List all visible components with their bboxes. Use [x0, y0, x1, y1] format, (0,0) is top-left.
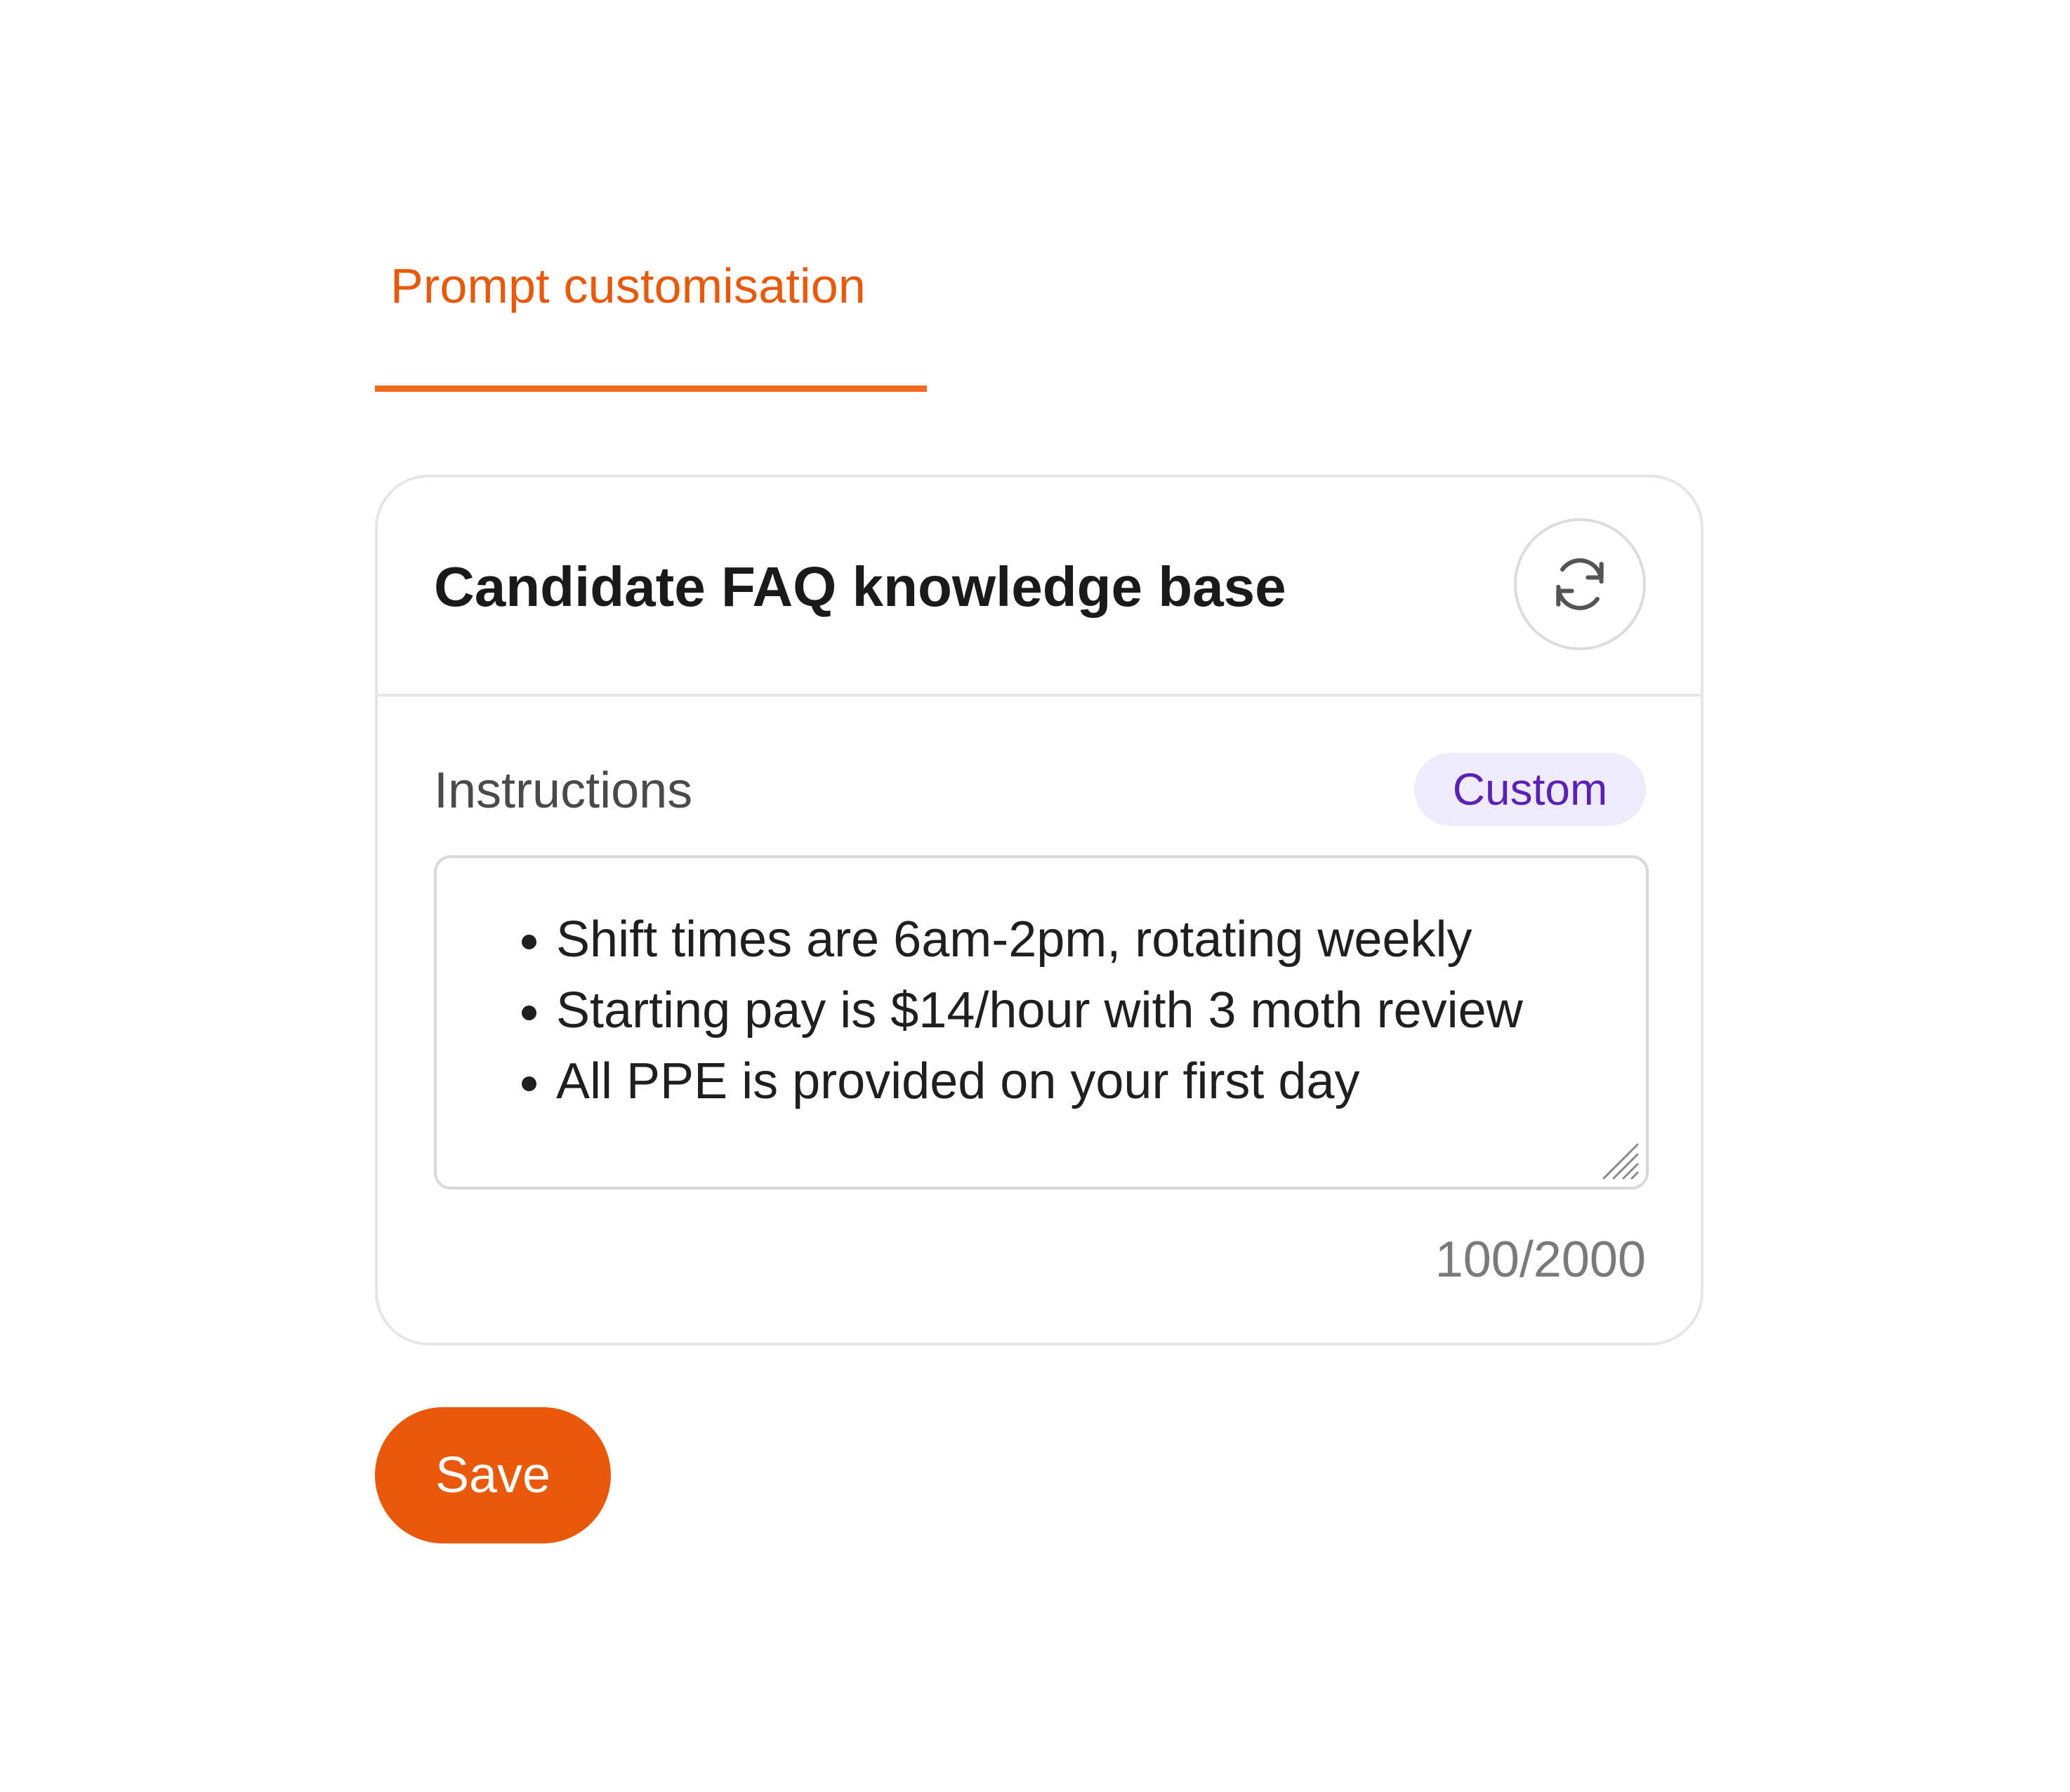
instruction-item: Starting pay is $14/hour with 3 moth rev… — [556, 975, 1523, 1046]
instruction-item: All PPE is provided on your first day — [556, 1046, 1523, 1117]
refresh-button[interactable] — [1514, 518, 1646, 650]
instructions-list: Shift times are 6am-2pm, rotating weekly… — [437, 904, 1523, 1117]
active-tab-indicator — [375, 386, 927, 392]
resize-handle-icon[interactable] — [1600, 1140, 1642, 1182]
knowledge-base-card: Candidate FAQ knowledge base Instruction… — [375, 475, 1703, 1345]
instruction-item: Shift times are 6am-2pm, rotating weekly — [556, 904, 1523, 975]
tab-prompt-customisation[interactable]: Prompt customisation — [375, 253, 927, 392]
instructions-label: Instructions — [434, 763, 693, 819]
character-counter: 100/2000 — [1435, 1232, 1646, 1288]
save-button[interactable]: Save — [375, 1407, 611, 1543]
instructions-textarea[interactable]: Shift times are 6am-2pm, rotating weekly… — [434, 855, 1649, 1190]
tab-label: Prompt customisation — [390, 258, 866, 313]
custom-badge: Custom — [1414, 753, 1646, 826]
card-title: Candidate FAQ knowledge base — [434, 555, 1286, 618]
card-header: Candidate FAQ knowledge base — [378, 477, 1701, 697]
refresh-icon — [1556, 558, 1604, 610]
